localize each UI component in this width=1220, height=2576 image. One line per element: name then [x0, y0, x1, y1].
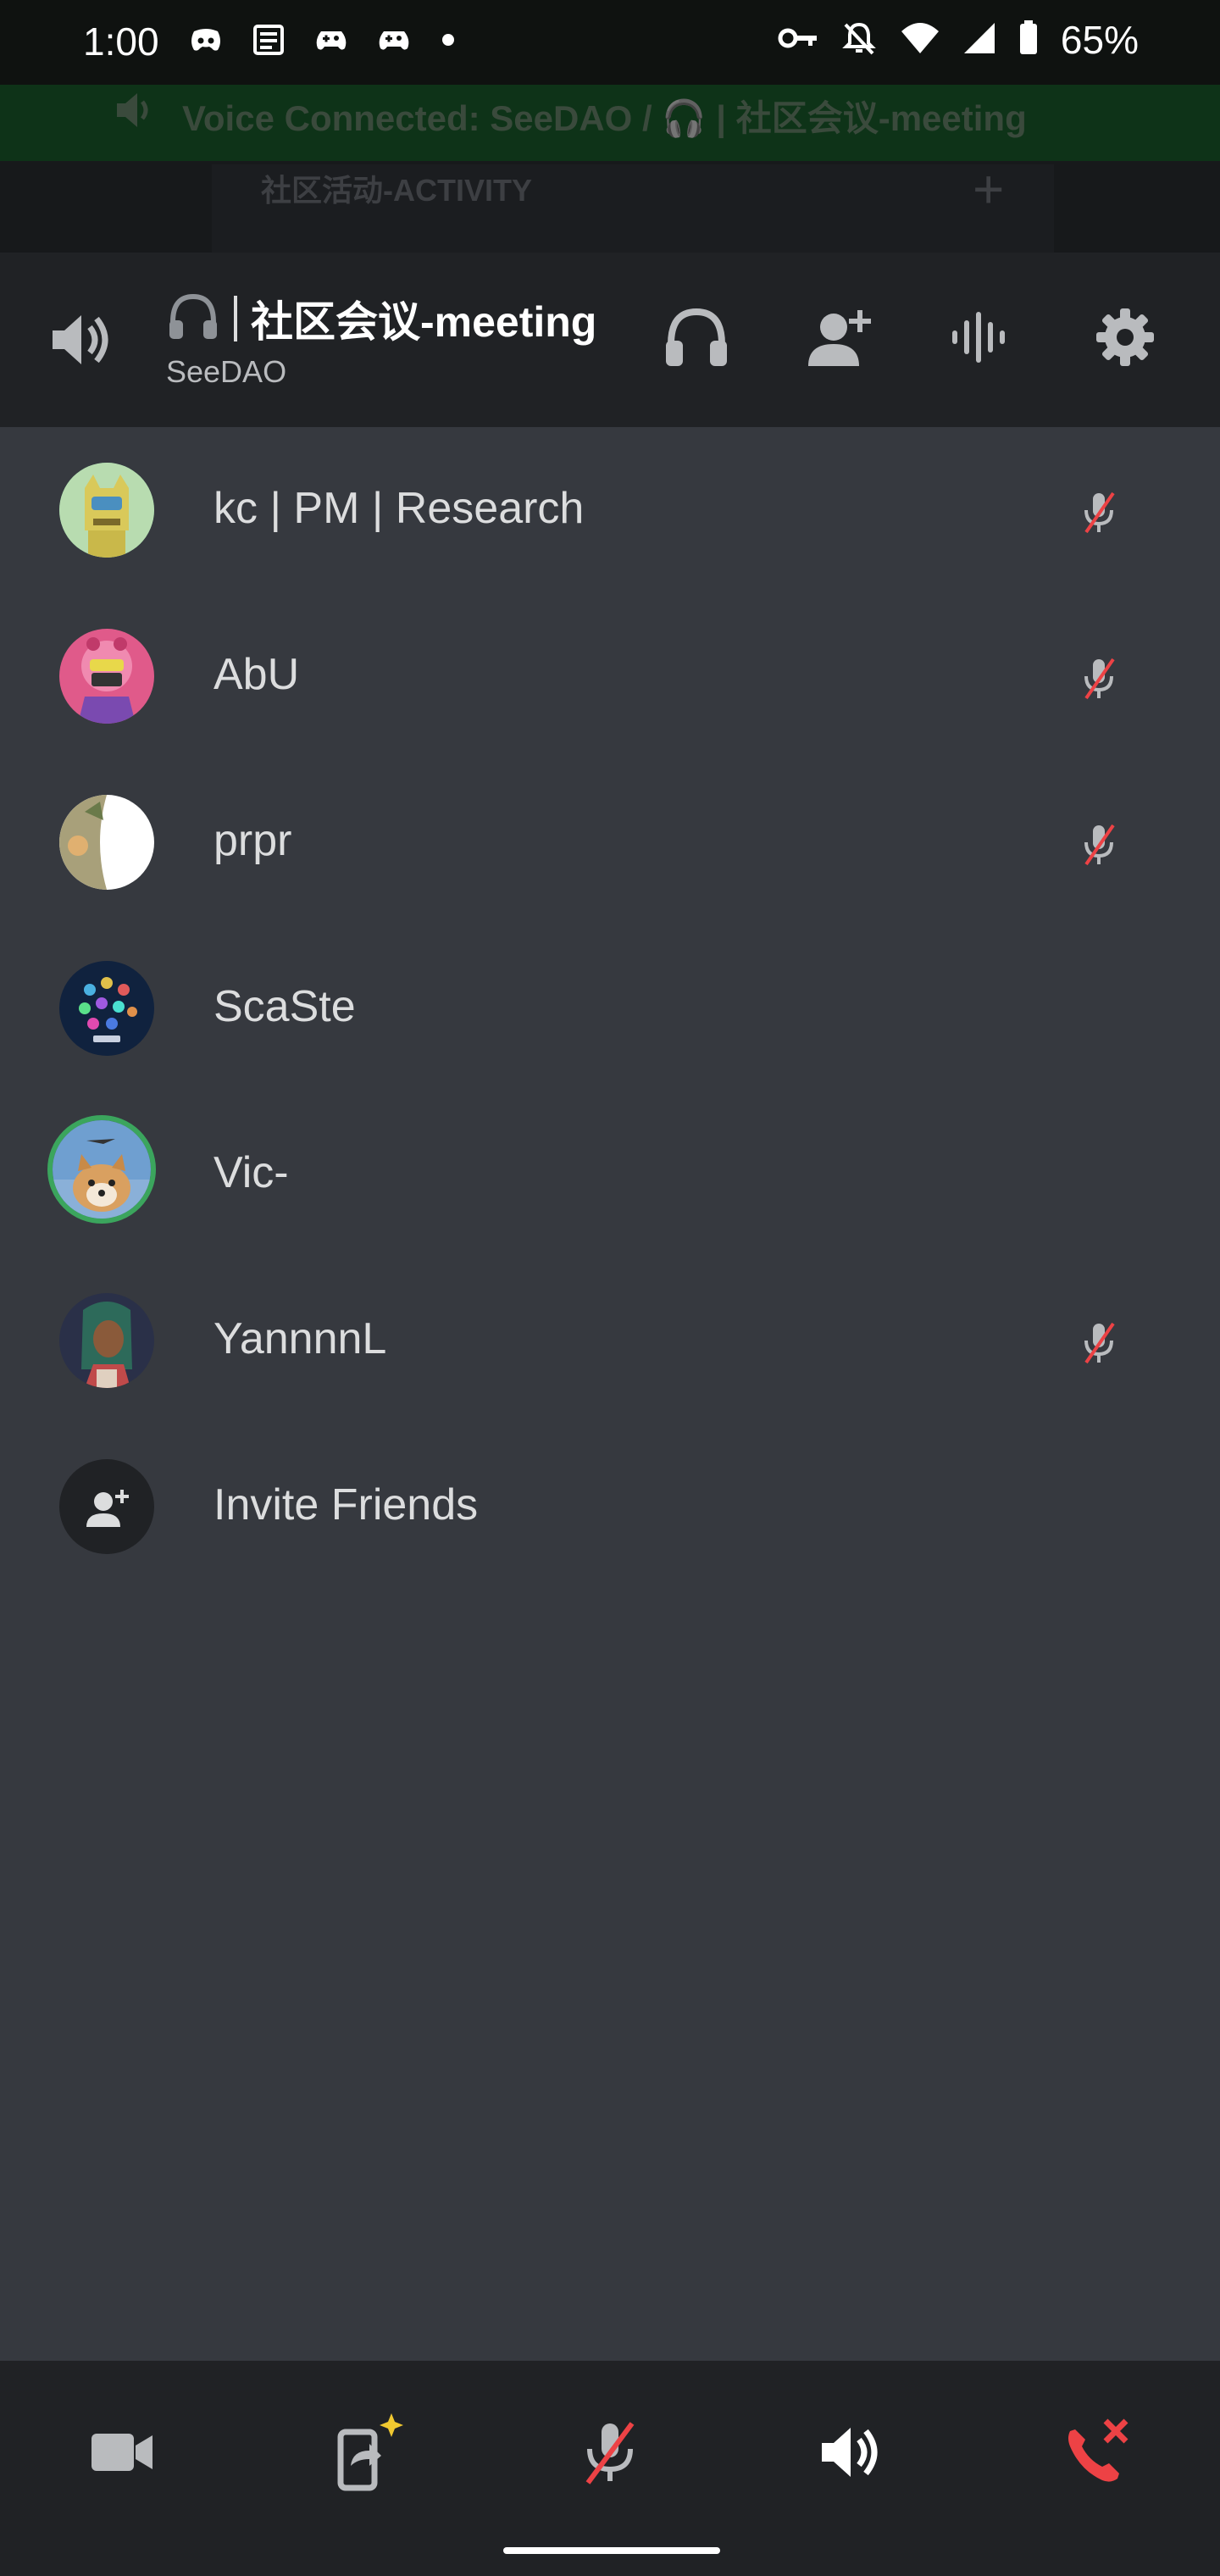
soundwave-icon [949, 310, 1013, 369]
mute-button[interactable] [568, 2412, 652, 2496]
deafen-button[interactable] [663, 305, 730, 373]
participant-row[interactable]: YannnnL [0, 1257, 1220, 1424]
invite-friends-label: Invite Friends [214, 1480, 479, 1530]
participant-row[interactable]: prpr [0, 759, 1220, 925]
bell-off-icon [840, 19, 878, 61]
add-channel-icon: + [973, 158, 1005, 219]
participant-name: prpr [214, 816, 292, 865]
invite-avatar [59, 1459, 154, 1554]
disconnect-button[interactable] [1054, 2412, 1139, 2496]
participant-name: Vic- [214, 1148, 289, 1197]
participant-row[interactable]: Vic- [0, 1091, 1220, 1257]
mic-muted-icon [576, 2418, 644, 2490]
avatar [59, 795, 154, 890]
notification-icons [186, 20, 454, 59]
title-separator [234, 296, 237, 341]
video-camera-icon [88, 2427, 156, 2482]
avatar [59, 961, 154, 1056]
speaker-icon [114, 92, 158, 133]
avatar-speaking [47, 1115, 156, 1224]
avatar [59, 629, 154, 724]
speaker-button[interactable] [810, 2412, 895, 2496]
participant-row[interactable]: AbU [0, 593, 1220, 759]
system-icons: 65% [778, 17, 1139, 63]
participant-row[interactable]: kc | PM | Research [0, 427, 1220, 593]
headphones-icon [663, 305, 730, 374]
headphones-icon [166, 291, 220, 347]
gear-icon [1095, 307, 1156, 372]
game-controller-icon [312, 20, 351, 59]
wifi-icon [900, 21, 940, 59]
voice-connected-text: Voice Connected: SeeDAO / 🎧 | 社区会议-meeti… [182, 98, 1027, 138]
participant-name: AbU [214, 650, 300, 699]
battery-icon [1018, 19, 1039, 60]
category-label: 社区活动-ACTIVITY [261, 173, 532, 208]
avatar [59, 1293, 154, 1388]
game-controller-icon [374, 20, 413, 59]
add-user-icon [805, 307, 876, 372]
avatar [59, 463, 154, 558]
add-user-button[interactable] [807, 305, 874, 373]
vpn-key-icon [778, 25, 818, 55]
screen-share-button[interactable] [324, 2412, 408, 2496]
participant-name: YannnnL [214, 1314, 387, 1363]
channel-title: 社区会议-meeting [251, 298, 597, 346]
participant-name: ScaSte [214, 982, 356, 1031]
soundboard-button[interactable] [947, 305, 1015, 373]
cell-signal-icon [962, 21, 996, 59]
status-time: 1:00 [83, 19, 159, 64]
video-button[interactable] [80, 2412, 164, 2496]
battery-percent: 65% [1060, 18, 1139, 62]
mic-muted-icon [1076, 820, 1123, 872]
speaker-icon [818, 2423, 886, 2486]
mic-muted-icon [1076, 488, 1123, 540]
screen-share-icon [324, 2410, 408, 2499]
participant-row[interactable]: ScaSte [0, 925, 1220, 1091]
mic-muted-icon [1076, 1319, 1123, 1370]
participant-name: kc | PM | Research [214, 484, 585, 533]
speaker-icon[interactable] [49, 312, 114, 372]
disconnect-icon [1058, 2414, 1134, 2495]
more-notifications-dot [442, 34, 454, 46]
home-indicator[interactable] [503, 2547, 720, 2554]
invite-friends-row[interactable]: Invite Friends [0, 1424, 1220, 1590]
discord-icon [186, 20, 225, 59]
settings-button[interactable] [1091, 305, 1159, 373]
mic-muted-icon [1076, 654, 1123, 706]
server-name: SeeDAO [166, 354, 287, 389]
news-icon [249, 20, 288, 59]
channel-title-row: 社区会议-meeting [166, 288, 596, 349]
